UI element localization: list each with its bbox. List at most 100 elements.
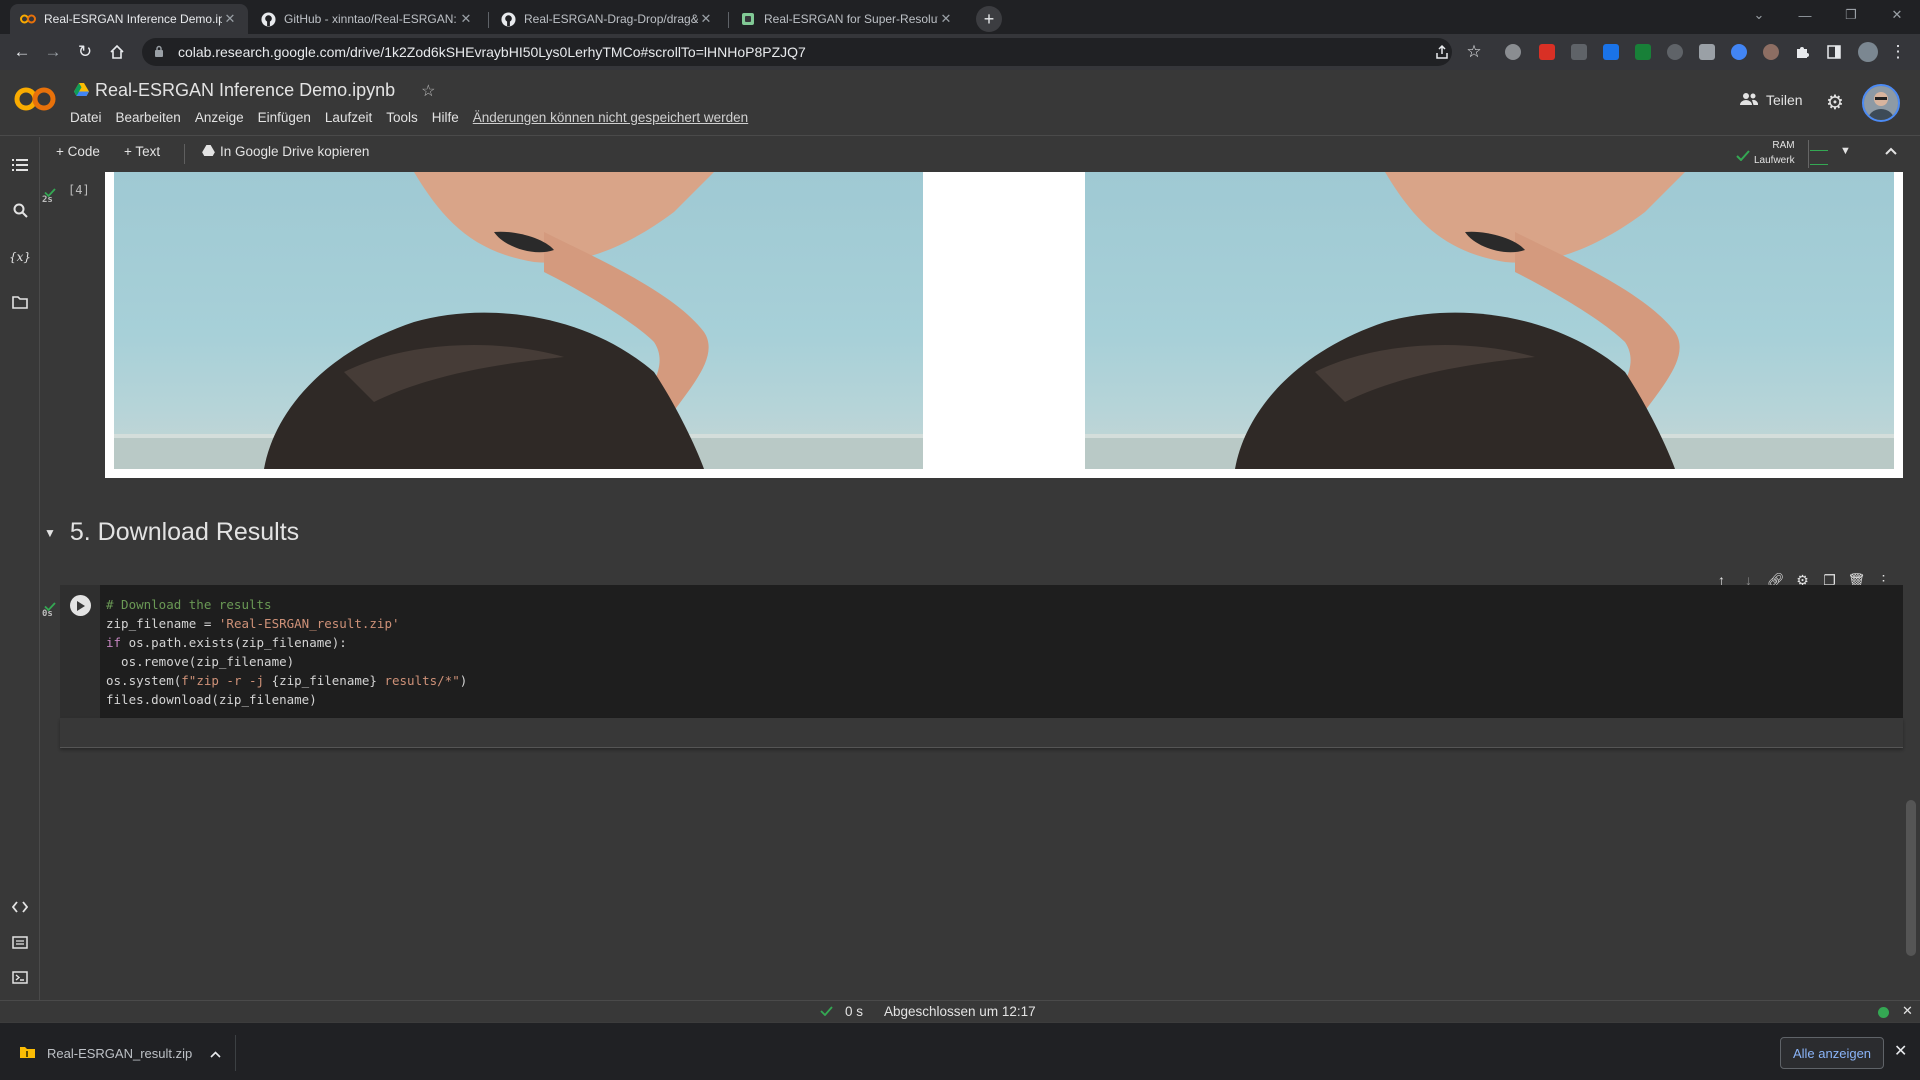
people-icon	[1740, 92, 1759, 108]
search-icon[interactable]	[10, 200, 30, 220]
forward-icon[interactable]: →	[41, 40, 65, 64]
code-line: if os.path.exists(zip_filename):	[106, 633, 467, 652]
copy-to-drive-label: In Google Drive kopieren	[220, 144, 370, 159]
tab-title: Real-ESRGAN-Drag-Drop/drag&	[524, 12, 698, 26]
collapse-section-icon[interactable]: ▼	[44, 526, 56, 540]
output-image	[1085, 172, 1894, 469]
code-cell[interactable]: # Download the results zip_filename = 'Re…	[60, 585, 1903, 718]
browser-menu-icon[interactable]: ⋮	[1886, 40, 1910, 64]
zip-file-icon	[20, 1046, 35, 1061]
page-favicon-icon	[740, 11, 756, 27]
section-heading[interactable]: ▼ 5. Download Results	[44, 518, 299, 547]
menu-laufzeit[interactable]: Laufzeit	[325, 110, 372, 125]
download-item[interactable]: Real-ESRGAN_result.zip	[12, 1035, 236, 1071]
code-line: files.download(zip_filename)	[106, 692, 317, 707]
share-button[interactable]: Teilen	[1740, 92, 1803, 108]
disk-label: Laufwerk	[1754, 155, 1795, 166]
connected-check-icon	[1736, 148, 1750, 166]
unsaved-changes-link[interactable]: Änderungen können nicht gespeichert werd…	[473, 110, 748, 125]
close-tab-icon[interactable]: ✕	[458, 11, 474, 27]
download-extension-icon[interactable]	[1635, 44, 1651, 60]
toolbar-divider	[184, 144, 185, 164]
bookmark-star-icon[interactable]: ☆	[1462, 40, 1486, 64]
resource-usage-bars	[1808, 140, 1828, 168]
share-page-icon[interactable]	[1430, 40, 1454, 64]
github-icon	[260, 11, 276, 27]
code-snippets-icon[interactable]	[10, 897, 30, 917]
status-bar: 0 s Abgeschlossen um 12:17 ✕	[0, 1000, 1920, 1022]
command-palette-icon[interactable]	[10, 932, 30, 952]
colab-favicon-icon	[20, 11, 36, 27]
address-bar[interactable]: colab.research.google.com/drive/1k2Zod6k…	[142, 38, 1452, 66]
adblock-extension-icon[interactable]	[1505, 44, 1521, 60]
run-cell-button[interactable]	[70, 595, 91, 616]
menu-tools[interactable]: Tools	[386, 110, 418, 125]
lock-icon	[154, 45, 168, 60]
menu-hilfe[interactable]: Hilfe	[432, 110, 459, 125]
extension-icon[interactable]	[1667, 44, 1683, 60]
show-all-downloads-button[interactable]: Alle anzeigen	[1780, 1037, 1884, 1069]
tab-real-esrgan-super-resolution[interactable]: Real-ESRGAN for Super-Resoluti ✕	[730, 4, 964, 34]
close-download-bar-icon[interactable]: ✕	[1894, 1041, 1907, 1061]
side-panel-icon[interactable]	[1822, 40, 1846, 64]
colab-logo-icon[interactable]	[14, 84, 56, 114]
google-drive-icon	[74, 80, 89, 101]
minimize-icon[interactable]: —	[1782, 0, 1828, 30]
close-window-icon[interactable]: ✕	[1874, 0, 1920, 30]
browser-tab-strip: Real-ESRGAN Inference Demo.ip ✕ GitHub -…	[0, 0, 1920, 34]
settings-gear-icon[interactable]: ⚙	[1826, 90, 1844, 115]
tab-github-real-esrgan[interactable]: GitHub - xinntao/Real-ESRGAN: I ✕	[250, 4, 484, 34]
close-tab-icon[interactable]: ✕	[698, 11, 714, 27]
menu-bearbeiten[interactable]: Bearbeiten	[116, 110, 181, 125]
extensions-puzzle-icon[interactable]	[1790, 40, 1814, 64]
download-options-chevron-icon[interactable]	[210, 1046, 221, 1061]
restore-icon[interactable]: ❐	[1828, 0, 1874, 30]
tab-github-drag-drop[interactable]: Real-ESRGAN-Drag-Drop/drag& ✕	[490, 4, 724, 34]
notebook-title[interactable]: Real-ESRGAN Inference Demo.ipynb ☆	[74, 80, 435, 101]
close-tab-icon[interactable]: ✕	[222, 11, 238, 27]
camera-extension-icon[interactable]	[1699, 44, 1715, 60]
status-text[interactable]: Abgeschlossen um 12:17	[884, 1004, 1036, 1019]
download-file-name: Real-ESRGAN_result.zip	[47, 1045, 193, 1061]
tab-search-icon[interactable]: ⌄	[1736, 0, 1782, 30]
profile-avatar-icon[interactable]	[1858, 42, 1878, 62]
notebook-toolbar: + Code + Text In Google Drive kopieren R…	[44, 136, 1920, 172]
folder-icon[interactable]	[10, 292, 30, 312]
cell-duration: 0s	[42, 609, 53, 619]
home-icon[interactable]	[105, 40, 129, 64]
close-tab-icon[interactable]: ✕	[938, 11, 954, 27]
code-line: zip_filename = 'Real-ESRGAN_result.zip'	[106, 614, 467, 633]
tab-real-esrgan-inference[interactable]: Real-ESRGAN Inference Demo.ip ✕	[10, 4, 248, 34]
close-status-icon[interactable]: ✕	[1902, 1003, 1913, 1019]
extension-icon[interactable]	[1571, 44, 1587, 60]
resource-monitor[interactable]: RAM Laufwerk	[1754, 138, 1795, 168]
extension-icon[interactable]	[1731, 44, 1747, 60]
table-of-contents-icon[interactable]	[10, 155, 30, 175]
copy-to-drive-button[interactable]: In Google Drive kopieren	[202, 144, 369, 159]
menu-einfuegen[interactable]: Einfügen	[258, 110, 311, 125]
extension-icon[interactable]	[1603, 44, 1619, 60]
github-icon	[500, 11, 516, 27]
disk-usage-bar	[1810, 164, 1828, 165]
terminal-icon[interactable]	[10, 967, 30, 987]
section-title: 5. Download Results	[69, 518, 300, 546]
back-icon[interactable]: ←	[10, 40, 34, 64]
add-text-cell-button[interactable]: + Text	[124, 144, 160, 159]
collapse-header-icon[interactable]	[1884, 143, 1898, 159]
tab-title: Real-ESRGAN Inference Demo.ip	[44, 12, 222, 26]
runtime-dropdown-icon[interactable]: ▼	[1840, 145, 1851, 157]
add-code-cell-button[interactable]: + Code	[56, 144, 100, 159]
star-notebook-icon[interactable]: ☆	[421, 81, 435, 101]
new-tab-button[interactable]: +	[976, 6, 1002, 32]
reload-icon[interactable]: ↻	[73, 40, 97, 64]
extension-icon[interactable]	[1763, 44, 1779, 60]
cell-duration: 2s	[42, 195, 53, 205]
code-editor[interactable]: # Download the results zip_filename = 'Re…	[106, 595, 467, 709]
menu-datei[interactable]: Datei	[70, 110, 102, 125]
user-avatar[interactable]	[1862, 84, 1900, 122]
notebook-scrollbar[interactable]	[1906, 800, 1916, 956]
variables-icon[interactable]: {x}	[9, 247, 31, 267]
ram-usage-bar	[1810, 150, 1828, 151]
menu-anzeige[interactable]: Anzeige	[195, 110, 244, 125]
calendar-extension-icon[interactable]	[1539, 44, 1555, 60]
